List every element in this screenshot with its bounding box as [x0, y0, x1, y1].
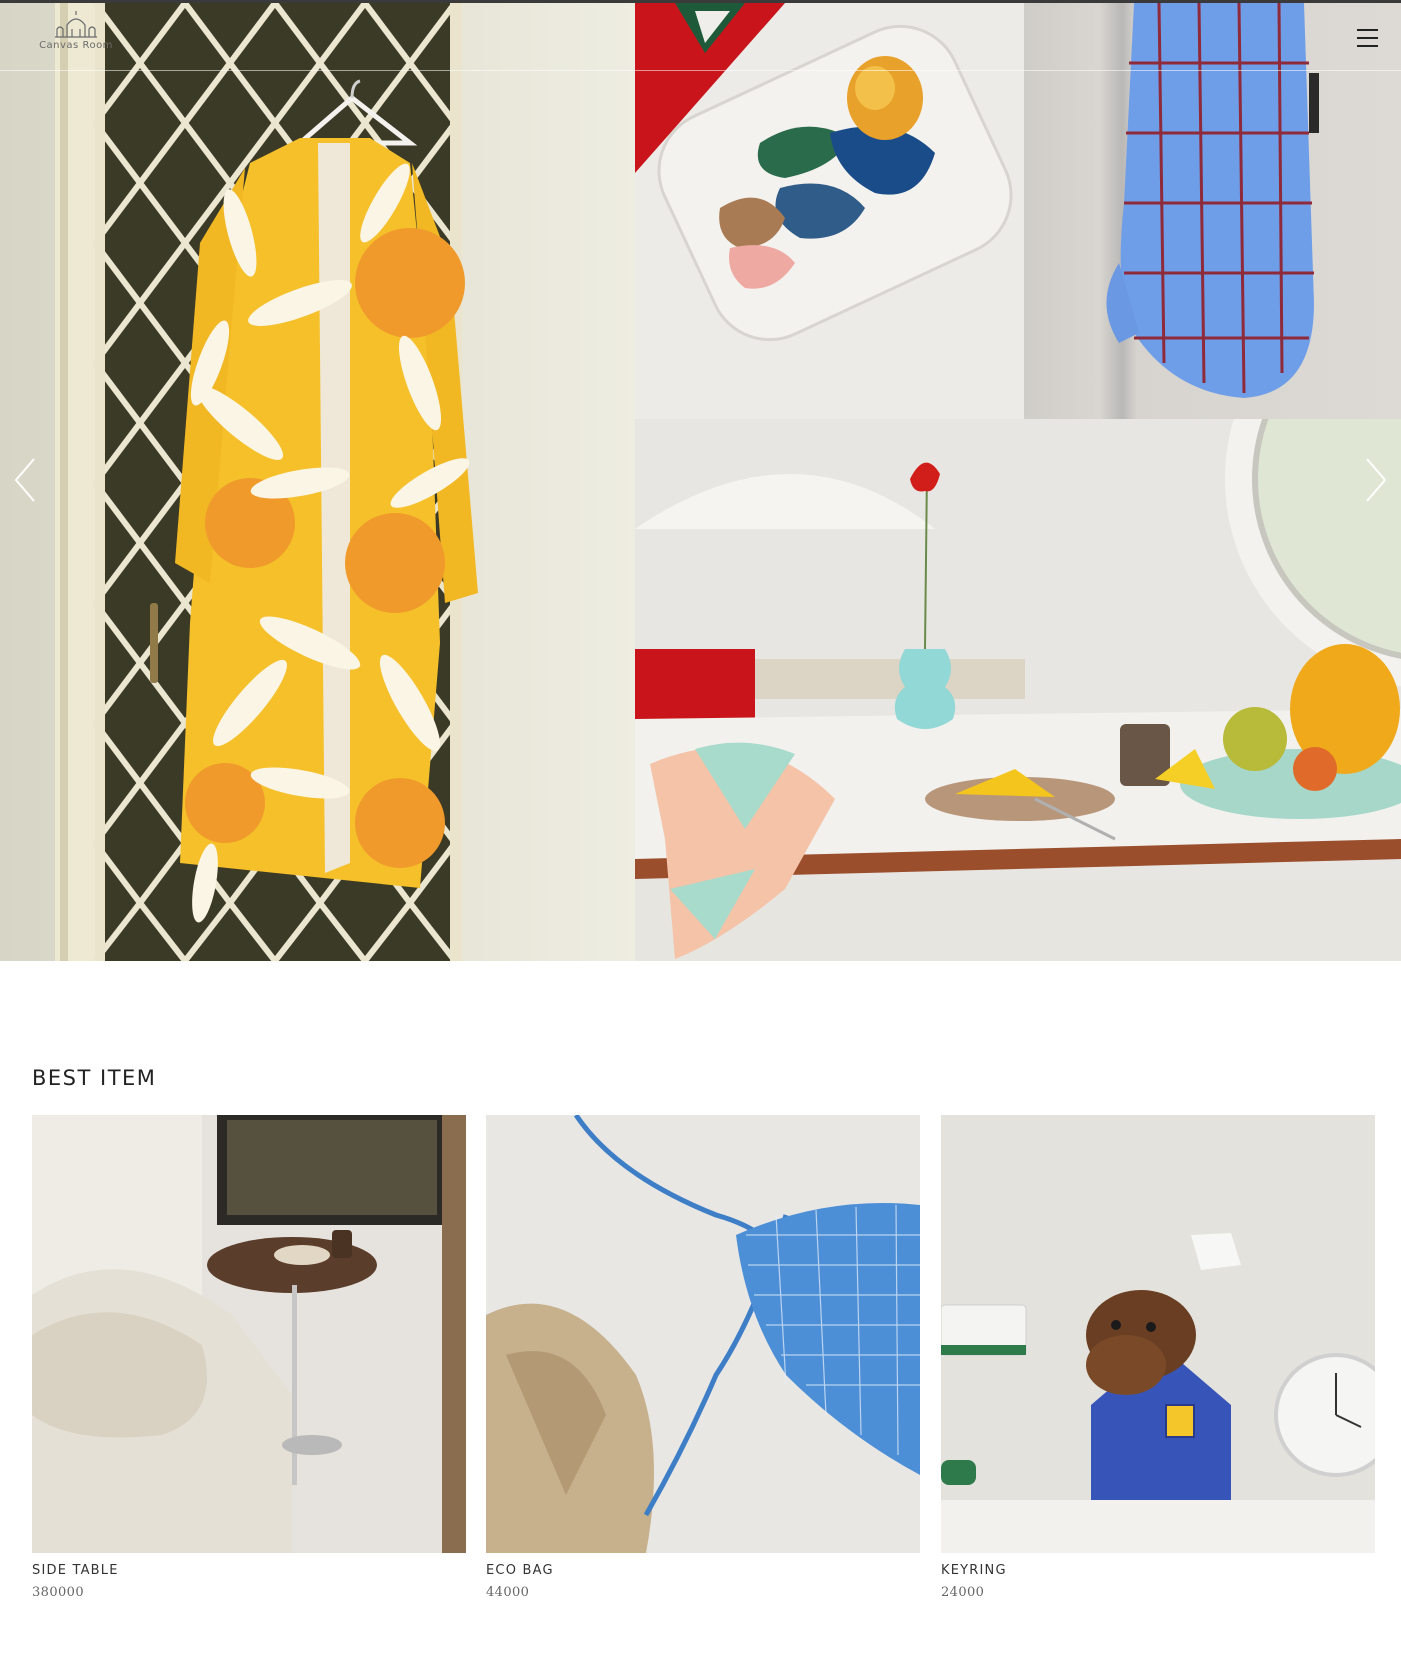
product-price: 44000 — [486, 1585, 530, 1600]
logo[interactable]: Canvas Room — [36, 9, 116, 61]
section-title-best-item: BEST ITEM — [32, 1066, 157, 1090]
product-card-keyring[interactable]: KEYRING 24000 — [941, 1115, 1375, 1600]
product-image-eco-bag[interactable] — [486, 1115, 920, 1553]
product-card-side-table[interactable]: SIDE TABLE 380000 — [32, 1115, 466, 1600]
eco-bag-illustration — [486, 1115, 920, 1553]
product-price: 380000 — [32, 1585, 85, 1600]
hamburger-icon — [1357, 29, 1378, 31]
menu-button[interactable] — [1355, 29, 1379, 49]
product-price: 24000 — [941, 1585, 985, 1600]
table-setting-illustration — [635, 419, 1401, 961]
keyring-illustration — [941, 1115, 1375, 1553]
site-header: Canvas Room — [0, 3, 1401, 71]
robe-illustration — [55, 3, 478, 961]
product-card-eco-bag[interactable]: ECO BAG 44000 — [486, 1115, 920, 1600]
product-name[interactable]: ECO BAG — [486, 1563, 920, 1578]
logo-text: Canvas Room — [39, 40, 113, 51]
palace-logo-icon — [55, 11, 97, 38]
top-border — [0, 0, 1401, 3]
hero-image-table-setting[interactable] — [635, 419, 1401, 961]
chevron-left-icon — [14, 458, 35, 502]
slider-next-button[interactable] — [1361, 455, 1391, 505]
product-name[interactable]: SIDE TABLE — [32, 1563, 466, 1578]
product-image-keyring[interactable] — [941, 1115, 1375, 1553]
hero-image-robe[interactable] — [0, 3, 635, 961]
hero-slider — [0, 3, 1401, 961]
product-image-side-table[interactable] — [32, 1115, 466, 1553]
slider-prev-button[interactable] — [10, 455, 40, 505]
chevron-right-icon — [1366, 458, 1387, 502]
product-list: SIDE TABLE 380000 ECO BAG 44000 KEYRING … — [32, 1115, 1375, 1615]
side-table-illustration — [32, 1115, 466, 1553]
product-name[interactable]: KEYRING — [941, 1563, 1375, 1578]
